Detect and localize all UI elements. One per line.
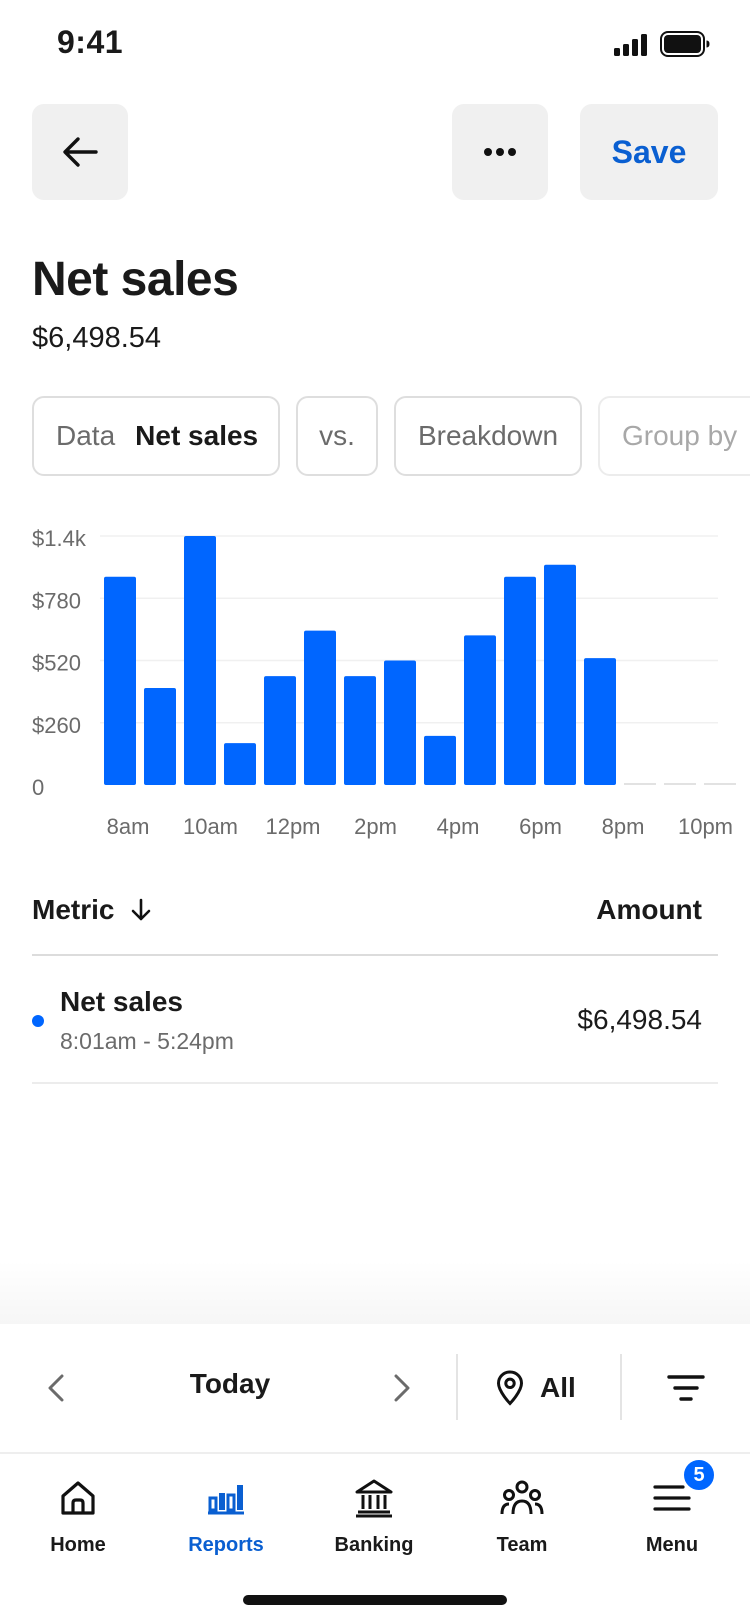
tab-menu[interactable]: 5 Menu — [598, 1458, 746, 1574]
back-button[interactable] — [32, 104, 128, 200]
bar — [264, 676, 296, 785]
reports-icon — [202, 1474, 250, 1522]
menu-icon: 5 — [648, 1458, 716, 1522]
group-by-chip[interactable]: Group by — [598, 396, 750, 476]
metric-header-label: Metric — [32, 894, 115, 925]
row-amount: $6,498.54 — [577, 1004, 702, 1035]
signal-icon — [614, 32, 650, 56]
x-tick-label: 10pm — [678, 814, 733, 839]
chevron-left-icon — [48, 1374, 64, 1402]
tab-label: Banking — [334, 1534, 414, 1556]
tab-banking[interactable]: Banking — [300, 1474, 448, 1574]
total-amount: $6,498.54 — [32, 322, 162, 354]
bar — [104, 576, 136, 785]
row-metric-name: Net sales — [60, 986, 183, 1017]
more-horizontal-icon — [484, 148, 516, 156]
more-options-button[interactable] — [452, 104, 548, 200]
arrow-left-icon — [63, 137, 98, 167]
bar — [424, 735, 456, 785]
page-title: Net sales — [32, 253, 239, 306]
save-button[interactable]: Save — [580, 104, 718, 200]
net-sales-bar-chart: 0 $260 $520 $780 $1.4k 8am 10am 12pm 2pm 4pm 6pm 8p… — [32, 526, 736, 839]
row-time-range: 8:01am - 5:24pm — [60, 1028, 234, 1054]
date-range-button[interactable]: Today — [150, 1368, 310, 1400]
bar — [504, 576, 536, 785]
home-icon — [54, 1474, 102, 1522]
y-tick-label: $260 — [32, 713, 81, 738]
bank-icon — [350, 1474, 398, 1522]
table-row[interactable]: Net sales 8:01am - 5:24pm $6,498.54 — [32, 958, 718, 1084]
series-color-dot — [32, 1015, 44, 1027]
vs-chip[interactable]: vs. — [296, 396, 378, 476]
arrow-down-icon — [132, 898, 151, 921]
date-filter-bar: Today All — [0, 1324, 750, 1454]
bar — [624, 783, 656, 785]
scroll-shadow — [0, 1260, 750, 1324]
chevron-right-icon — [394, 1374, 410, 1402]
status-time: 9:41 — [57, 24, 124, 60]
home-indicator — [243, 1595, 507, 1605]
bar — [304, 630, 336, 785]
status-bar: 9:41 — [0, 0, 750, 88]
data-chip-key: Data — [56, 420, 116, 451]
x-tick-label: 12pm — [265, 814, 320, 839]
x-tick-label: 6pm — [519, 814, 562, 839]
bar — [704, 783, 736, 785]
x-tick-label: 8am — [107, 814, 150, 839]
y-tick-label: $1.4k — [32, 526, 87, 551]
battery-icon — [660, 31, 710, 57]
x-tick-label: 2pm — [354, 814, 397, 839]
data-chip[interactable]: Data Net sales — [32, 396, 280, 476]
metric-sort-button[interactable]: Metric — [32, 894, 152, 926]
bar — [464, 635, 496, 785]
bar — [144, 688, 176, 785]
bar — [544, 564, 576, 785]
data-chip-value: Net sales — [135, 420, 259, 451]
tab-label: Reports — [188, 1534, 264, 1556]
breakdown-chip[interactable]: Breakdown — [394, 396, 582, 476]
bar — [184, 536, 216, 785]
location-label: All — [540, 1372, 576, 1403]
tab-label: Home — [50, 1534, 106, 1556]
x-tick-label: 10am — [183, 814, 238, 839]
tab-reports[interactable]: Reports — [152, 1474, 300, 1574]
tab-label: Team — [496, 1534, 548, 1556]
amount-header-label: Amount — [596, 894, 702, 925]
x-tick-label: 4pm — [437, 814, 480, 839]
y-tick-label: 0 — [32, 775, 44, 800]
team-icon — [498, 1474, 546, 1522]
notification-badge: 5 — [682, 1458, 716, 1492]
bar — [344, 676, 376, 785]
previous-date-button[interactable] — [36, 1360, 76, 1416]
filter-icon — [667, 1375, 705, 1401]
filter-button[interactable] — [664, 1366, 708, 1410]
y-tick-label: $780 — [32, 588, 81, 613]
divider — [620, 1354, 622, 1420]
bar — [584, 658, 616, 785]
location-pin-icon — [496, 1370, 524, 1406]
y-tick-label: $520 — [32, 651, 81, 676]
bar — [664, 783, 696, 785]
location-filter-button[interactable]: All — [496, 1360, 576, 1416]
bar — [224, 743, 256, 785]
tab-home[interactable]: Home — [4, 1474, 152, 1574]
table-header: Metric Amount — [32, 880, 718, 956]
tab-label: Menu — [645, 1534, 699, 1556]
bar — [384, 660, 416, 785]
tab-team[interactable]: Team — [448, 1474, 596, 1574]
next-date-button[interactable] — [382, 1360, 422, 1416]
x-tick-label: 8pm — [602, 814, 645, 839]
divider — [456, 1354, 458, 1420]
